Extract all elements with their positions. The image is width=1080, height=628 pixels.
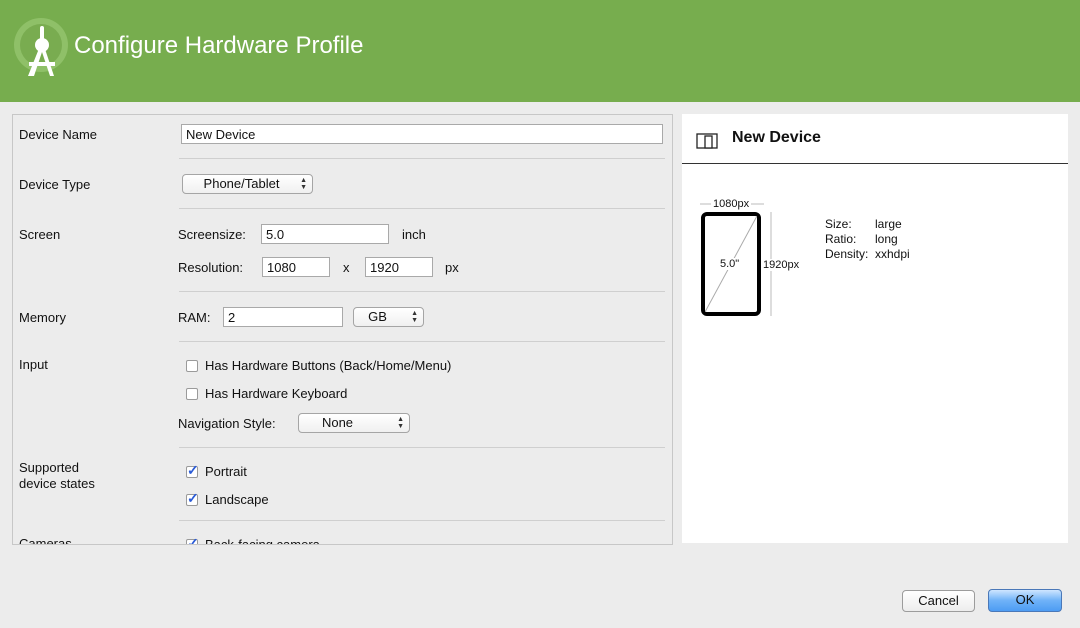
landscape-checkbox[interactable] <box>186 490 199 507</box>
back-camera-checkbox-row[interactable]: Back-facing camera <box>186 535 320 545</box>
preview-divider <box>682 163 1068 164</box>
device-outline: 5.0" <box>701 212 761 316</box>
supported-device-states-label: Supported device states <box>19 460 95 492</box>
header-banner: Configure Hardware Profile <box>0 0 1080 102</box>
screensize-unit: inch <box>402 227 426 242</box>
device-name-input[interactable] <box>181 124 663 144</box>
back-camera-checkbox[interactable] <box>186 535 199 544</box>
ram-input[interactable] <box>223 307 343 327</box>
divider <box>179 341 665 342</box>
resolution-unit: px <box>445 260 459 275</box>
ram-unit-select[interactable]: GB ▲ ▼ <box>353 307 424 327</box>
divider <box>179 158 665 159</box>
navigation-style-select[interactable]: None ▲ ▼ <box>298 413 410 433</box>
navigation-style-value: None <box>321 415 354 430</box>
back-camera-label: Back-facing camera <box>205 537 320 545</box>
preview-width-label: 1080px <box>711 198 752 210</box>
divider <box>179 291 665 292</box>
portrait-label: Portrait <box>205 464 247 479</box>
device-preview-panel: New Device 1080px 5.0" 1920px Size: large… <box>682 114 1068 543</box>
hardware-keyboard-checkbox[interactable] <box>186 387 198 400</box>
hardware-buttons-checkbox-row[interactable]: Has Hardware Buttons (Back/Home/Menu) <box>186 358 451 373</box>
resolution-height-input[interactable] <box>365 257 433 277</box>
cancel-button[interactable]: Cancel <box>902 590 975 612</box>
resolution-label: Resolution: <box>178 260 244 275</box>
input-label: Input <box>19 357 48 372</box>
memory-label: Memory <box>19 310 66 325</box>
hardware-buttons-checkbox[interactable] <box>186 359 198 372</box>
select-arrows-icon: ▲ ▼ <box>411 310 418 324</box>
screensize-input[interactable] <box>261 224 389 244</box>
resolution-width-input[interactable] <box>262 257 330 277</box>
device-name-label: Device Name <box>19 127 98 142</box>
landscape-label: Landscape <box>205 492 269 507</box>
hardware-keyboard-label: Has Hardware Keyboard <box>205 386 348 401</box>
ok-button[interactable]: OK <box>988 589 1062 612</box>
screensize-label: Screensize: <box>178 227 246 242</box>
resolution-separator: x <box>343 260 350 275</box>
landscape-checkbox-row[interactable]: Landscape <box>186 490 269 507</box>
android-studio-logo <box>14 18 68 76</box>
portrait-checkbox[interactable] <box>186 462 199 479</box>
ram-label: RAM: <box>178 310 211 325</box>
density-value: xxhdpi <box>875 247 910 261</box>
device-type-value: Phone/Tablet <box>203 176 280 191</box>
select-arrows-icon: ▲ ▼ <box>397 416 404 430</box>
hardware-buttons-label: Has Hardware Buttons (Back/Home/Menu) <box>205 358 452 373</box>
size-key: Size: <box>825 217 852 231</box>
divider <box>179 208 665 209</box>
hardware-form-panel[interactable]: Device Name Device Type Phone/Tablet ▲▼ … <box>12 114 673 545</box>
cameras-label: Cameras <box>19 536 72 545</box>
hardware-keyboard-checkbox-row[interactable]: Has Hardware Keyboard <box>186 386 347 401</box>
ratio-value: long <box>875 232 898 246</box>
preview-device-name: New Device <box>732 129 821 146</box>
size-value: large <box>875 217 902 231</box>
ratio-key: Ratio: <box>825 232 857 246</box>
select-arrows-icon: ▲ ▼ <box>300 177 307 191</box>
screen-label: Screen <box>19 227 61 242</box>
density-key: Density: <box>825 247 869 261</box>
divider <box>179 520 665 521</box>
preview-diagonal-label: 5.0" <box>720 258 740 270</box>
dialog-title: Configure Hardware Profile <box>74 32 364 59</box>
navigation-style-label: Navigation Style: <box>178 416 276 431</box>
ram-unit-value: GB <box>368 309 387 324</box>
device-type-label: Device Type <box>19 177 91 192</box>
supported-label-line2: device states <box>19 476 95 491</box>
device-specs: Size: large Ratio: long Density: xxhdpi <box>825 217 910 262</box>
portrait-checkbox-row[interactable]: Portrait <box>186 462 247 479</box>
device-type-select[interactable]: Phone/Tablet ▲ ▼ <box>182 174 313 194</box>
supported-label-line1: Supported <box>19 460 79 475</box>
preview-height-label: 1920px <box>763 259 800 271</box>
device-preview-icon <box>696 133 718 149</box>
divider <box>179 447 665 448</box>
